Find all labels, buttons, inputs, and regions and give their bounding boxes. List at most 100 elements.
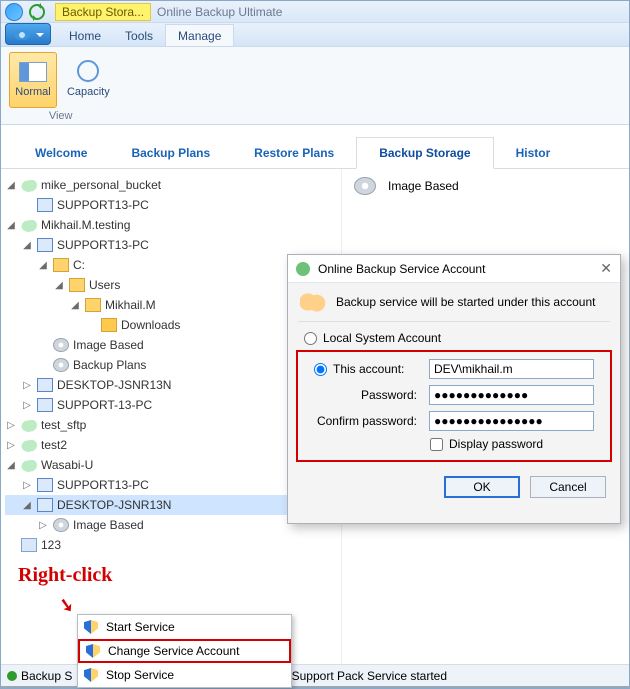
menu-item-start-service[interactable]: Start Service [78, 615, 291, 639]
ribbon-group-title: View [7, 110, 114, 122]
confirm-password-input[interactable] [429, 411, 594, 431]
cancel-button[interactable]: Cancel [530, 476, 606, 498]
disc-icon [53, 518, 69, 532]
ribbon-tab-manage[interactable]: Manage [165, 24, 234, 46]
ribbon-tab-tools[interactable]: Tools [113, 25, 165, 46]
pc-icon [37, 498, 53, 512]
cloud-icon [21, 458, 37, 472]
expander-icon[interactable]: ▷ [37, 520, 49, 531]
expander-icon[interactable]: ◢ [21, 240, 33, 251]
tree-node[interactable]: DESKTOP-JSNR13N [57, 378, 171, 392]
expander-icon[interactable]: ◢ [5, 180, 17, 191]
ribbon-tab-home[interactable]: Home [57, 25, 113, 46]
close-icon[interactable]: ✕ [600, 260, 612, 277]
account-input[interactable] [429, 359, 594, 379]
expander-icon[interactable]: ▷ [5, 420, 17, 431]
folder-icon [69, 278, 85, 292]
expander-icon[interactable]: ▷ [21, 400, 33, 411]
tree-node[interactable]: Downloads [121, 318, 180, 332]
pc-icon [37, 378, 53, 392]
menu-item-change-service-account[interactable]: Change Service Account [78, 639, 291, 663]
view-normal-icon [19, 62, 47, 82]
pc-icon [37, 478, 53, 492]
password-label: Password: [314, 388, 423, 402]
folder-icon [101, 318, 117, 332]
tab-backup-storage[interactable]: Backup Storage [356, 137, 493, 169]
ribbon-body: Normal Capacity View [1, 47, 629, 125]
tab-history[interactable]: Histor [494, 138, 573, 168]
tab-restore-plans[interactable]: Restore Plans [232, 138, 356, 168]
app-menu-button[interactable] [5, 23, 51, 45]
detail-item-label[interactable]: Image Based [388, 179, 459, 193]
display-password-label: Display password [449, 437, 543, 451]
titlebar: Backup Stora... Online Backup Ultimate [1, 1, 629, 23]
ok-button[interactable]: OK [444, 476, 520, 498]
app-title: Online Backup Ultimate [157, 5, 282, 19]
view-capacity-button[interactable]: Capacity [64, 51, 112, 107]
refresh-icon[interactable] [29, 4, 45, 20]
radio-local-system[interactable] [304, 332, 317, 345]
cloud-icon [21, 178, 37, 192]
cloud-icon [21, 438, 37, 452]
display-password-checkbox[interactable] [430, 438, 443, 451]
tree-node[interactable]: mike_personal_bucket [41, 178, 161, 192]
users-icon [300, 291, 326, 313]
pc-icon [37, 238, 53, 252]
expander-icon[interactable]: ◢ [37, 260, 49, 271]
annotation-highlight-box: This account: Password: Confirm password… [296, 350, 612, 462]
cloud-icon [21, 218, 37, 232]
tree-node[interactable]: SUPPORT13-PC [57, 198, 149, 212]
view-capacity-icon [77, 60, 99, 82]
status-backup-service[interactable]: Backup S [7, 669, 72, 683]
view-normal-label: Normal [15, 86, 50, 98]
shield-icon [84, 668, 98, 682]
dialog-icon [296, 262, 310, 276]
ribbon-tabstrip: Home Tools Manage [1, 23, 629, 47]
menu-item-stop-service[interactable]: Stop Service [78, 663, 291, 687]
tree-node[interactable]: SUPPORT13-PC [57, 238, 149, 252]
tab-backup-plans[interactable]: Backup Plans [109, 138, 232, 168]
confirm-password-label: Confirm password: [314, 414, 423, 428]
expander-icon[interactable]: ▷ [5, 440, 17, 451]
password-input[interactable] [429, 385, 594, 405]
disc-icon [354, 177, 376, 195]
tree-node[interactable]: Image Based [73, 338, 144, 352]
tree-node[interactable]: Backup Plans [73, 358, 146, 372]
tree-node[interactable]: Users [89, 278, 120, 292]
annotation-rightclick: Right-click [18, 564, 112, 587]
radio-this-account-label: This account: [333, 362, 423, 376]
tree-node[interactable]: Mikhail.M.testing [41, 218, 130, 232]
shield-icon [84, 620, 98, 634]
disc-icon [53, 358, 69, 372]
expander-icon[interactable]: ◢ [5, 460, 17, 471]
service-context-menu: Start Service Change Service Account Sto… [77, 614, 292, 688]
titlebar-contextual-tab: Backup Stora... [55, 3, 151, 21]
dialog-subtitle: Backup service will be started under thi… [336, 295, 595, 309]
expander-icon[interactable]: ◢ [21, 500, 33, 511]
tree-node-selected[interactable]: DESKTOP-JSNR13N [57, 498, 171, 512]
disc-icon [53, 338, 69, 352]
expander-icon[interactable]: ◢ [53, 280, 65, 291]
tree-node[interactable]: SUPPORT13-PC [57, 478, 149, 492]
expander-icon[interactable]: ◢ [5, 220, 17, 231]
folder-icon [85, 298, 101, 312]
radio-this-account[interactable] [314, 363, 327, 376]
tree-node[interactable]: C: [73, 258, 85, 272]
tree-node[interactable]: 123 [41, 538, 61, 552]
tab-welcome[interactable]: Welcome [13, 138, 109, 168]
cloud-icon [21, 418, 37, 432]
tree-node[interactable]: Mikhail.M [105, 298, 156, 312]
expander-icon[interactable]: ◢ [69, 300, 81, 311]
tree-node[interactable]: test2 [41, 438, 67, 452]
tree-node[interactable]: test_sftp [41, 418, 86, 432]
tree-node[interactable]: Image Based [73, 518, 144, 532]
expander-icon[interactable]: ▷ [21, 480, 33, 491]
app-icon [5, 3, 23, 21]
expander-icon[interactable]: ▷ [21, 380, 33, 391]
tree-node[interactable]: Wasabi-U [41, 458, 93, 472]
status-dot-icon [7, 671, 17, 681]
server-icon [21, 538, 37, 552]
view-normal-button[interactable]: Normal [9, 52, 57, 108]
tree-node[interactable]: SUPPORT-13-PC [57, 398, 152, 412]
dialog-titlebar[interactable]: Online Backup Service Account ✕ [288, 255, 620, 283]
